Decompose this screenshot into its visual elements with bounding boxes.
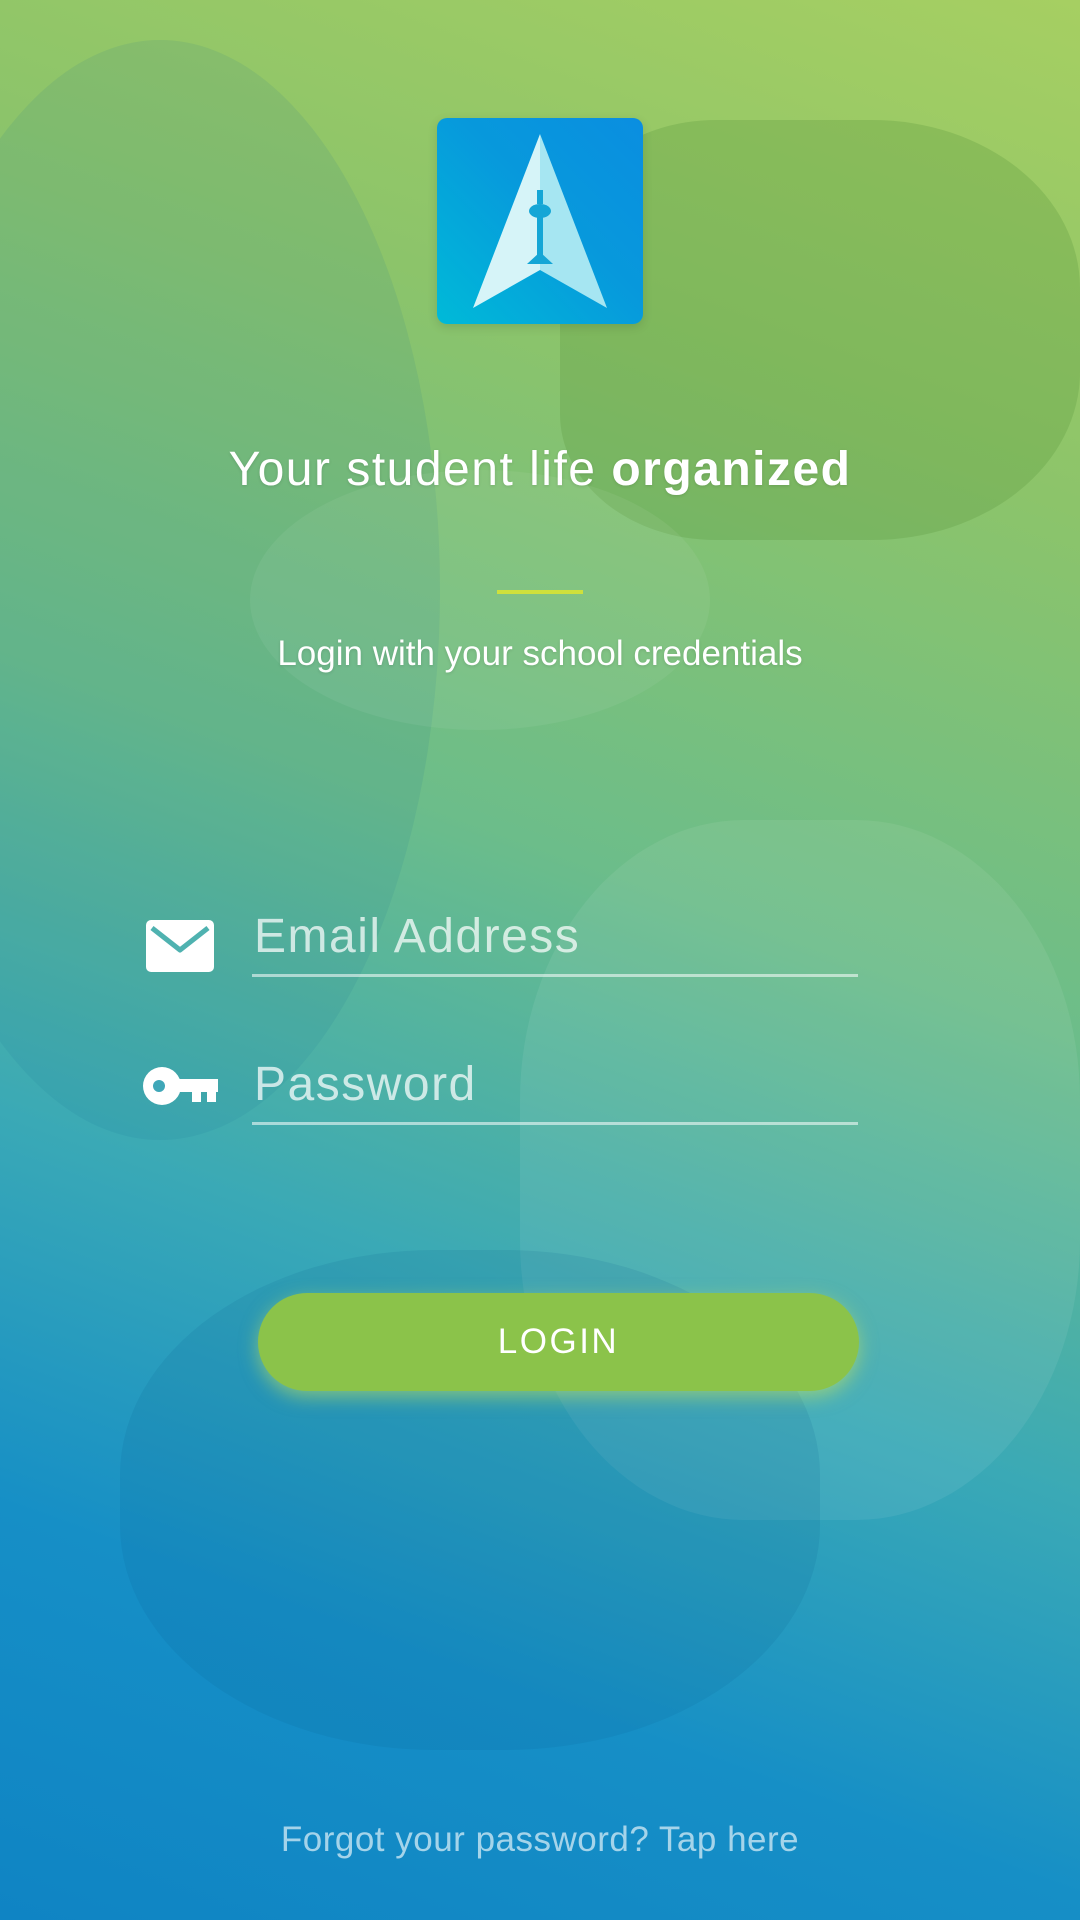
envelope-icon (144, 918, 224, 978)
login-subtitle: Login with your school credentials (277, 634, 803, 673)
app-logo (437, 118, 643, 324)
email-input[interactable] (252, 898, 858, 974)
tagline: Your student life organized (0, 442, 1080, 497)
tagline-regular: Your student life (228, 443, 612, 496)
password-field[interactable] (252, 1046, 858, 1125)
divider (497, 590, 583, 594)
key-icon (140, 1062, 220, 1122)
app-logo-arrow-tower-icon (473, 134, 607, 308)
tagline-bold: organized (611, 443, 852, 496)
forgot-password-link[interactable]: Forgot your password? Tap here (0, 1820, 1080, 1860)
password-input[interactable] (252, 1046, 858, 1122)
login-button[interactable]: LOGIN (258, 1293, 859, 1391)
email-field[interactable] (252, 898, 858, 977)
login-screen: Your student life organized Login with y… (0, 0, 1080, 1920)
background-photo-shape (250, 470, 710, 730)
